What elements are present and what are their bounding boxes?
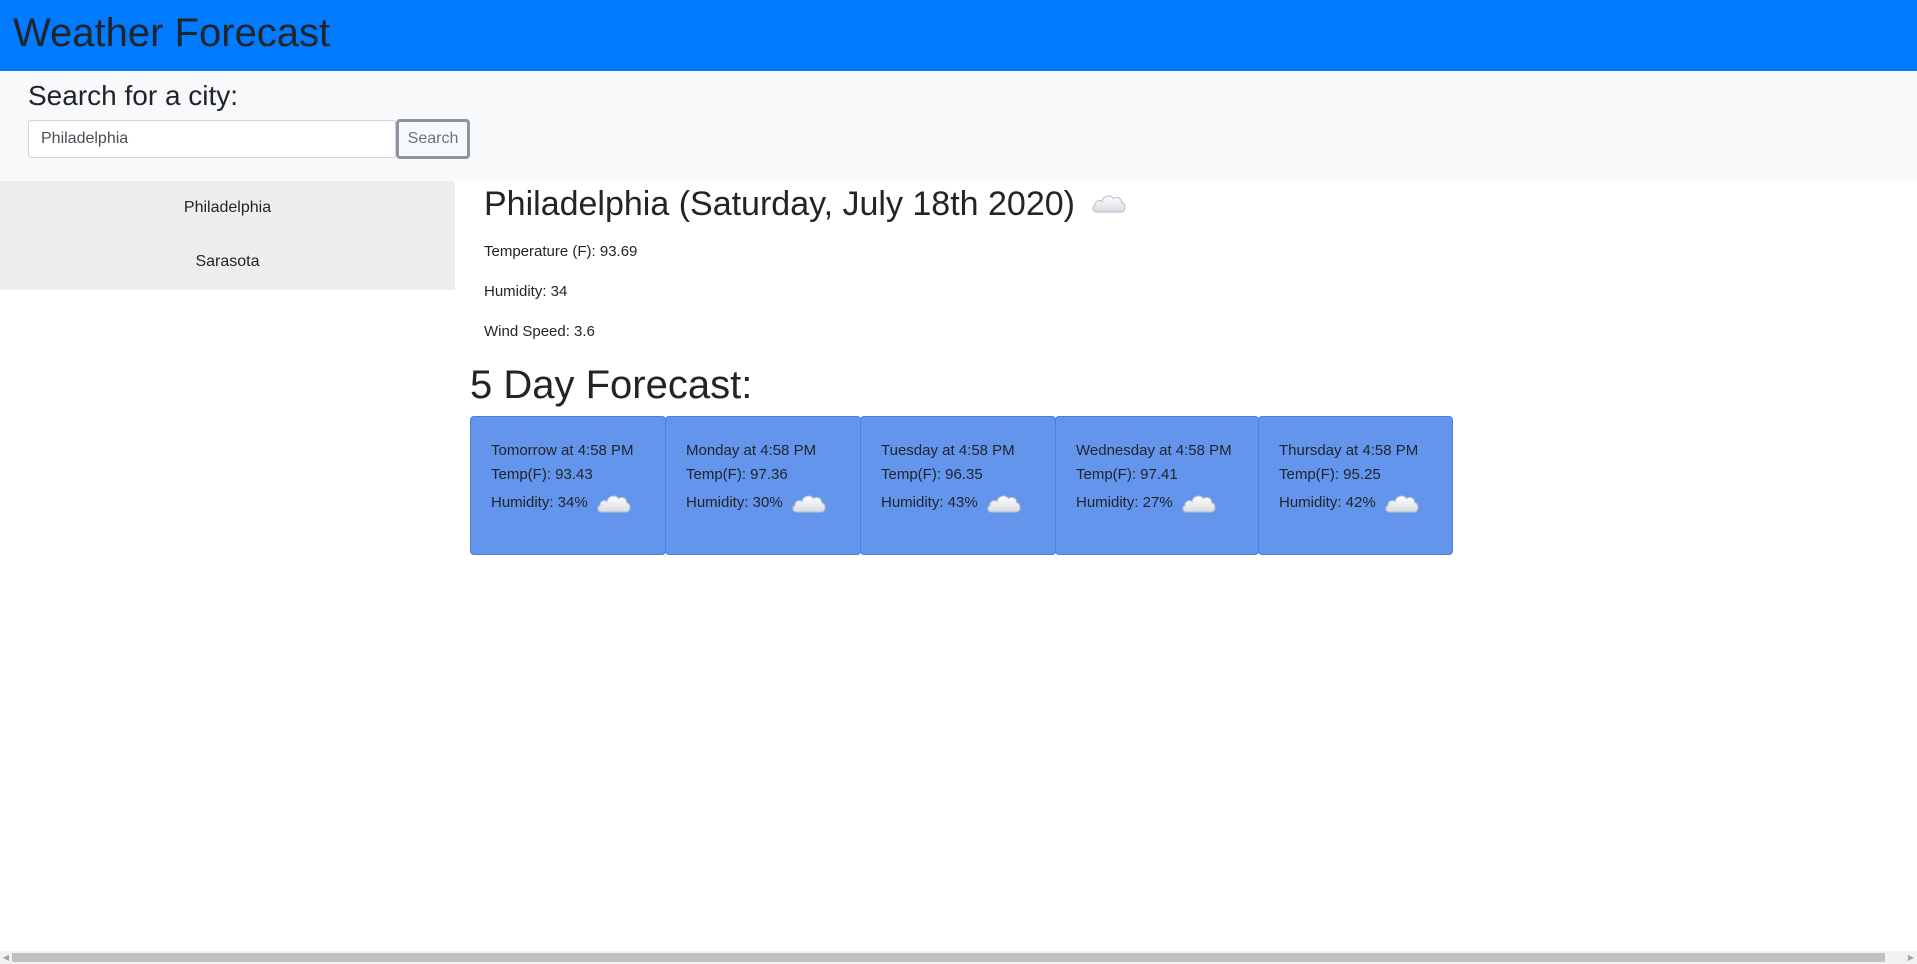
forecast-humidity: Humidity: 43% xyxy=(881,494,978,511)
cloud-icon xyxy=(1181,492,1217,514)
forecast-card: Tuesday at 4:58 PM Temp(F): 96.35 Humidi… xyxy=(860,416,1056,555)
forecast-heading: 5 Day Forecast: xyxy=(470,363,753,407)
current-weather-title: Philadelphia (Saturday, July 18th 2020) xyxy=(484,180,1484,228)
cloud-icon xyxy=(1384,492,1420,514)
search-heading: Search for a city: xyxy=(28,80,239,111)
forecast-humidity: Humidity: 34% xyxy=(491,494,588,511)
horizontal-scrollbar[interactable]: ◀ ▶ xyxy=(0,951,1917,964)
forecast-day-time: Thursday at 4:58 PM xyxy=(1279,442,1419,459)
forecast-humidity: Humidity: 27% xyxy=(1076,494,1173,511)
history-item-philadelphia[interactable]: Philadelphia xyxy=(0,181,455,235)
cloud-icon xyxy=(791,492,827,514)
search-button[interactable]: Search xyxy=(396,119,470,159)
current-weather: Philadelphia (Saturday, July 18th 2020) … xyxy=(484,180,1484,340)
forecast-card: Thursday at 4:58 PM Temp(F): 95.25 Humid… xyxy=(1258,416,1453,555)
history-item-sarasota[interactable]: Sarasota xyxy=(0,235,455,289)
forecast-day-time: Tuesday at 4:58 PM xyxy=(881,442,1015,459)
forecast-card: Monday at 4:58 PM Temp(F): 97.36 Humidit… xyxy=(665,416,861,555)
current-humidity: Humidity: 34 xyxy=(484,283,568,300)
scroll-right-icon[interactable]: ▶ xyxy=(1905,951,1917,964)
forecast-card: Wednesday at 4:58 PM Temp(F): 97.41 Humi… xyxy=(1055,416,1259,555)
forecast-temp: Temp(F): 97.36 xyxy=(686,466,788,483)
cloud-icon xyxy=(986,492,1022,514)
horizontal-scroll-thumb[interactable] xyxy=(12,953,1885,962)
search-section: Search for a city: Search xyxy=(0,71,1917,181)
app-title: Weather Forecast xyxy=(13,11,331,55)
forecast-day-time: Wednesday at 4:58 PM xyxy=(1076,442,1232,459)
current-city-date: Philadelphia (Saturday, July 18th 2020) xyxy=(484,185,1075,223)
current-temperature: Temperature (F): 93.69 xyxy=(484,243,638,260)
forecast-humidity: Humidity: 42% xyxy=(1279,494,1376,511)
forecast-temp: Temp(F): 97.41 xyxy=(1076,466,1178,483)
forecast-temp: Temp(F): 96.35 xyxy=(881,466,983,483)
forecast-humidity: Humidity: 30% xyxy=(686,494,783,511)
scroll-left-icon[interactable]: ◀ xyxy=(0,951,12,964)
forecast-temp: Temp(F): 93.43 xyxy=(491,466,593,483)
forecast-temp: Temp(F): 95.25 xyxy=(1279,466,1381,483)
search-history-sidebar: Philadelphia Sarasota xyxy=(0,181,455,290)
current-wind-speed: Wind Speed: 3.6 xyxy=(484,323,595,340)
cloud-icon xyxy=(1091,192,1127,214)
forecast-day-time: Monday at 4:58 PM xyxy=(686,442,817,459)
top-navbar: Weather Forecast xyxy=(0,0,1917,71)
cloud-icon xyxy=(596,492,632,514)
city-search-input[interactable] xyxy=(28,120,396,158)
forecast-day-time: Tomorrow at 4:58 PM xyxy=(491,442,634,459)
forecast-card: Tomorrow at 4:58 PM Temp(F): 93.43 Humid… xyxy=(470,416,666,555)
